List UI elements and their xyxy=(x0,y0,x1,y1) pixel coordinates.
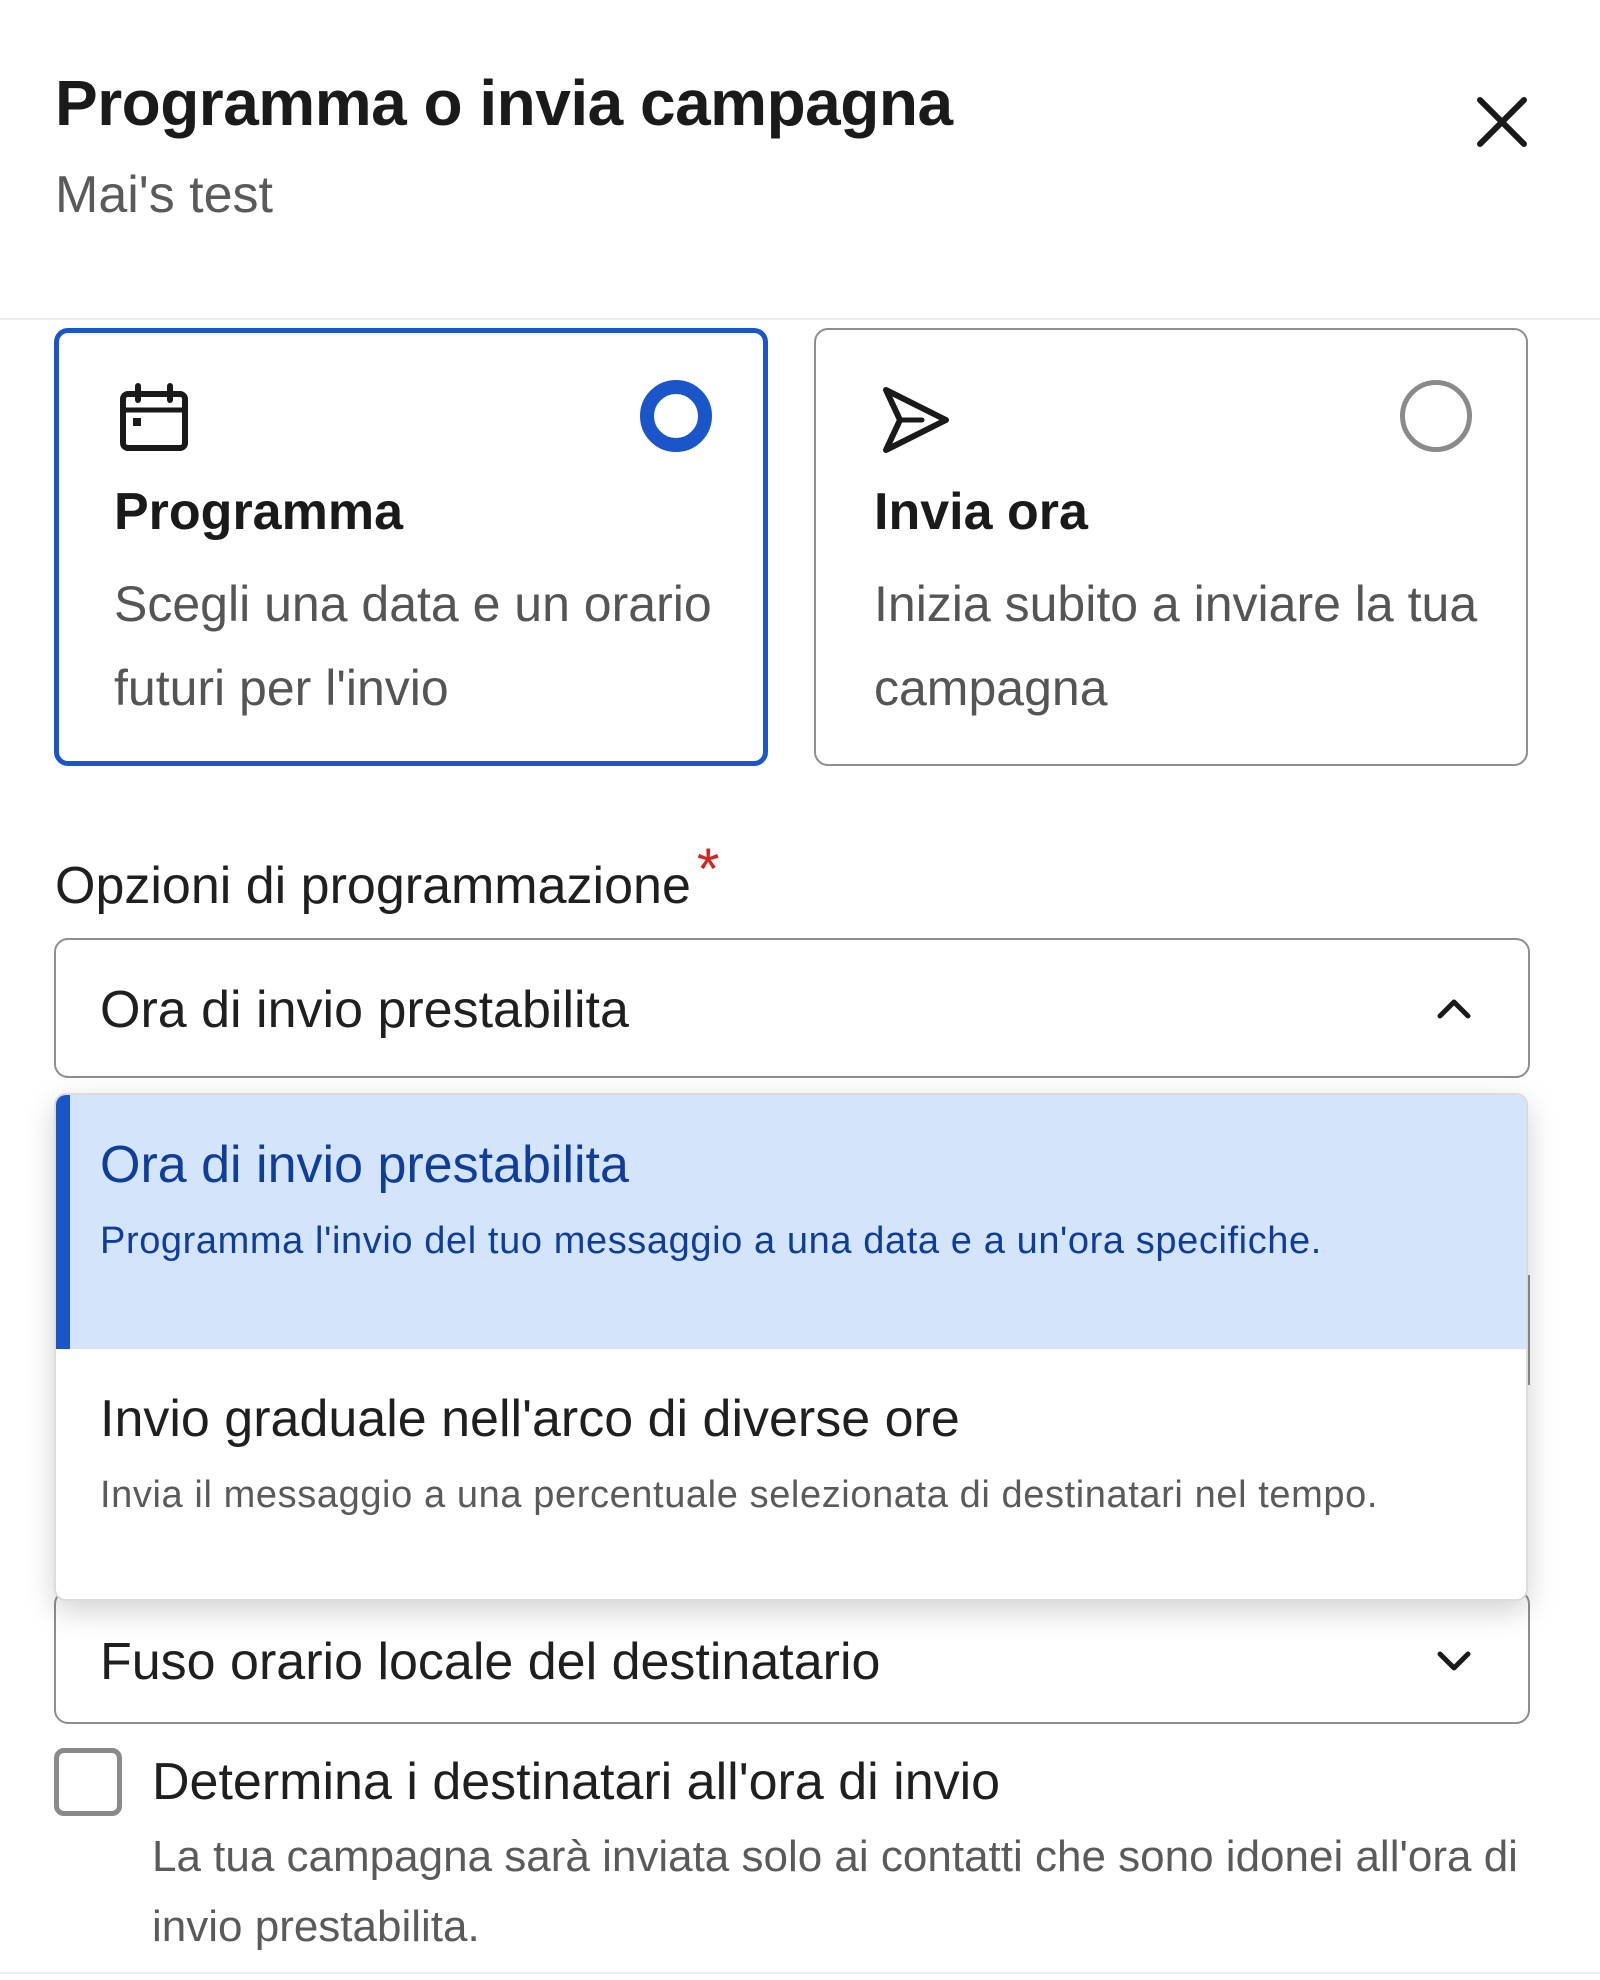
divider xyxy=(0,1972,1600,1974)
chevron-down-icon xyxy=(1430,1636,1478,1684)
option-title: Invio graduale nell'arco di diverse ore xyxy=(100,1390,960,1448)
schedule-option-card[interactable]: Programma Scegli una data e un orario fu… xyxy=(54,328,768,766)
dialog-title: Programma o invia campagna xyxy=(55,67,953,139)
close-button[interactable] xyxy=(1470,90,1534,154)
schedule-options-select[interactable]: Ora di invio prestabilita xyxy=(54,938,1530,1078)
option-description: Programma l'invio del tuo messaggio a un… xyxy=(100,1220,1322,1262)
dialog-header: Programma o invia campagna Mai's test xyxy=(0,0,1600,320)
send-now-option-description: Inizia subito a inviare la tua campagna xyxy=(874,576,1478,716)
dropdown-option-gradual-send[interactable]: Invio graduale nell'arco di diverse ore … xyxy=(56,1349,1526,1599)
chevron-up-icon xyxy=(1430,984,1478,1032)
schedule-radio[interactable] xyxy=(640,380,712,452)
dropdown-option-fixed-time[interactable]: Ora di invio prestabilita Programma l'in… xyxy=(56,1095,1526,1349)
timezone-value: Fuso orario locale del destinatario xyxy=(100,1633,881,1691)
determine-recipients-label: Determina i destinatari all'ora di invio xyxy=(152,1753,1001,1811)
send-now-option-title: Invia ora xyxy=(874,483,1088,541)
send-now-radio[interactable] xyxy=(1400,380,1472,452)
send-icon xyxy=(874,380,954,460)
determine-recipients-checkbox[interactable] xyxy=(54,1748,122,1816)
schedule-options-value: Ora di invio prestabilita xyxy=(100,981,629,1039)
send-now-option-card[interactable]: Invia ora Inizia subito a inviare la tua… xyxy=(814,328,1528,766)
schedule-options-label: Opzioni di programmazione * xyxy=(55,837,719,917)
close-icon xyxy=(1477,97,1527,147)
calendar-icon xyxy=(114,380,194,460)
active-option-indicator xyxy=(56,1095,70,1349)
schedule-option-title: Programma xyxy=(114,483,403,541)
option-title: Ora di invio prestabilita xyxy=(100,1136,629,1194)
required-marker: * xyxy=(696,837,720,902)
timezone-select[interactable]: Fuso orario locale del destinatario xyxy=(54,1590,1530,1724)
option-description: Invia il messaggio a una percentuale sel… xyxy=(100,1474,1379,1516)
schedule-options-label-text: Opzioni di programmazione xyxy=(55,857,691,915)
dialog-subtitle: Mai's test xyxy=(55,166,273,224)
schedule-option-description: Scegli una data e un orario futuri per l… xyxy=(114,576,712,716)
determine-recipients-description: La tua campagna sarà inviata solo ai con… xyxy=(152,1832,1518,1951)
schedule-options-dropdown: Ora di invio prestabilita Programma l'in… xyxy=(54,1093,1528,1601)
